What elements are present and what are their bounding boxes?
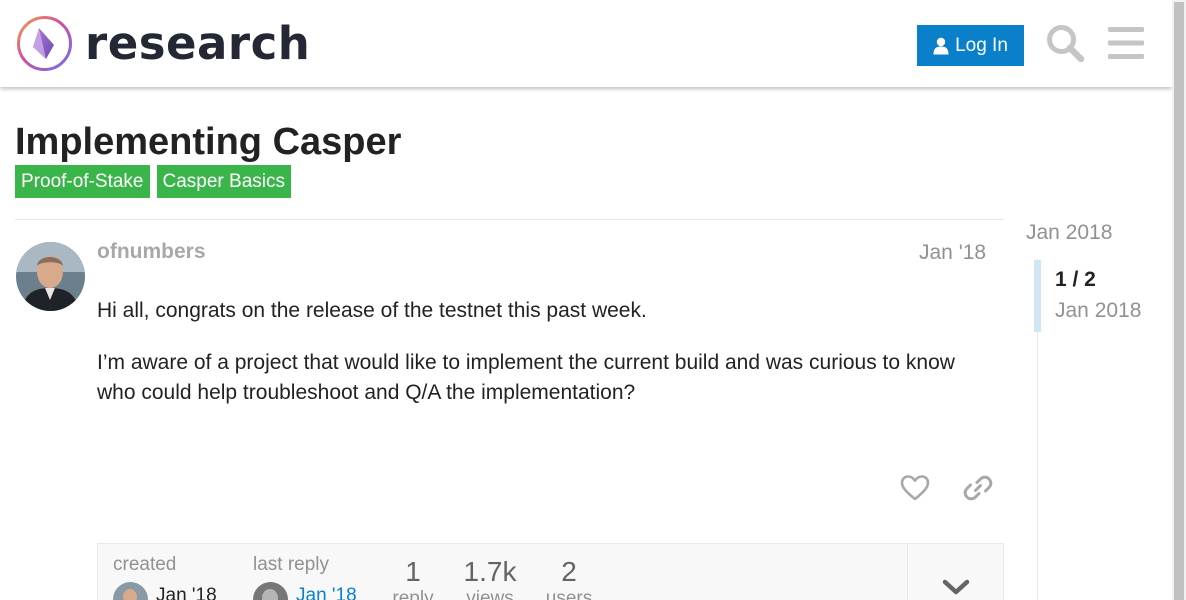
timeline-current-date: Jan 2018 [1055, 299, 1142, 322]
logo-text: research [85, 17, 311, 70]
created-avatar[interactable] [113, 582, 148, 600]
chevron-down-icon[interactable] [941, 574, 971, 598]
site-logo[interactable]: research [16, 15, 310, 72]
topic-map-divider [907, 544, 908, 600]
hamburger-menu-icon[interactable] [1107, 25, 1145, 61]
last-reply-avatar[interactable] [253, 582, 288, 600]
post-paragraph: I’m aware of a project that would like t… [97, 351, 955, 404]
post-paragraph: Hi all, congrats on the release of the t… [97, 299, 647, 322]
post-username[interactable]: ofnumbers [97, 240, 206, 264]
avatar-image [253, 582, 288, 600]
avatar-image [16, 242, 85, 311]
user-avatar[interactable] [16, 242, 85, 311]
timeline-counter: 1 / 2 [1055, 268, 1096, 291]
last-reply-date[interactable]: Jan '18 [296, 585, 357, 600]
users-count: 2 [561, 556, 577, 587]
tag-casper-basics[interactable]: Casper Basics [156, 165, 291, 198]
site-header: research Log In [0, 0, 1172, 87]
created-label: created [113, 554, 177, 575]
timeline-handle[interactable] [1034, 260, 1041, 332]
post-date[interactable]: Jan '18 [919, 241, 986, 265]
topic-map: created Jan '18 last reply Jan '18 1 rep… [97, 543, 1004, 600]
user-icon [933, 37, 949, 54]
search-icon[interactable] [1045, 23, 1085, 63]
last-reply-label: last reply [253, 554, 330, 575]
avatar-image [113, 582, 148, 600]
login-button[interactable]: Log In [917, 25, 1024, 66]
page-scrollbar[interactable] [1172, 0, 1186, 600]
created-date[interactable]: Jan '18 [156, 585, 217, 600]
users-label: users [545, 588, 593, 600]
heart-icon[interactable] [899, 472, 931, 504]
timeline-start-date[interactable]: Jan 2018 [1026, 221, 1112, 245]
topic-tags: Proof-of-Stake Casper Basics [15, 165, 291, 198]
link-icon[interactable] [962, 472, 994, 504]
login-label: Log In [955, 34, 1008, 56]
scrollbar-thumb[interactable] [1174, 2, 1184, 600]
tag-proof-of-stake[interactable]: Proof-of-Stake [15, 165, 150, 198]
topic-title[interactable]: Implementing Casper [15, 120, 401, 164]
ethereum-research-logo-icon [17, 16, 72, 71]
post-body: Hi all, congrats on the release of the t… [97, 296, 997, 430]
title-divider [15, 219, 1004, 220]
